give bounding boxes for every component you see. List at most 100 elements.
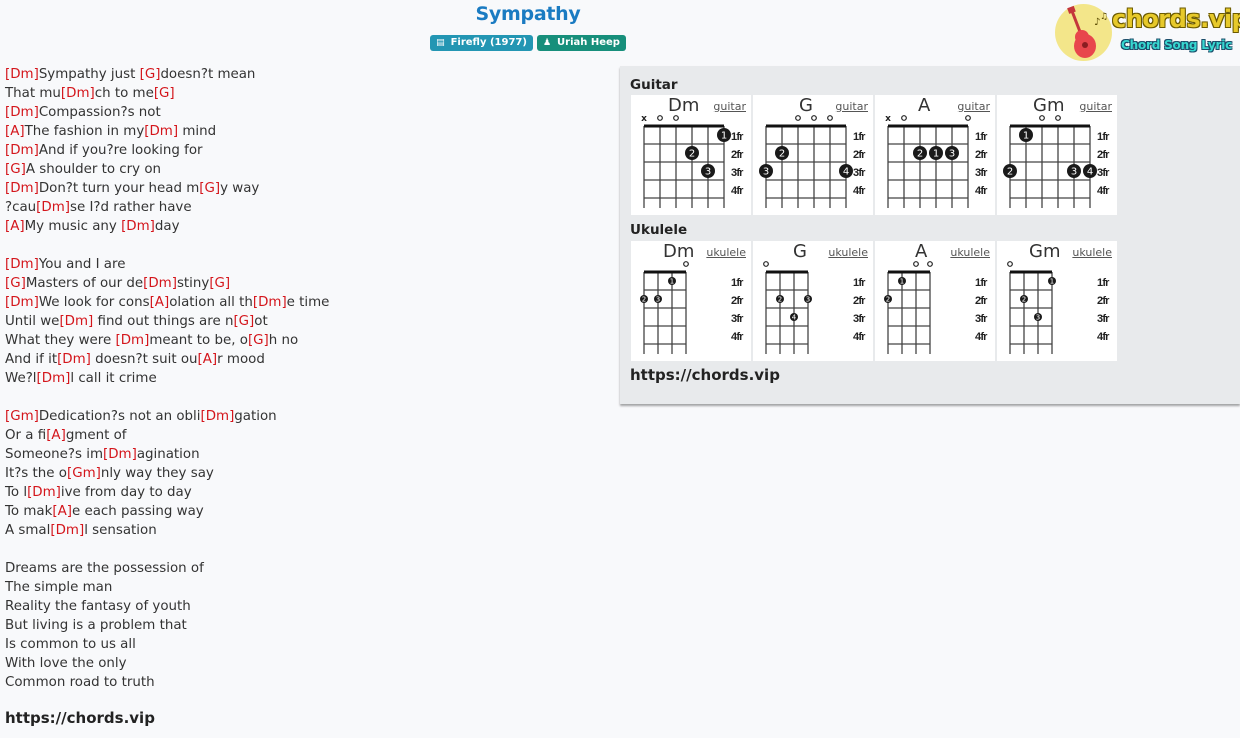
lyric-text: Dreams are the possession of: [5, 561, 204, 576]
artist-tag[interactable]: ♟ Uriah Heep: [536, 35, 626, 51]
chord-dm[interactable]: [Dm]: [50, 523, 84, 538]
lyric-line: [G]Masters of our de[Dm]stiny[G]: [5, 274, 605, 293]
fret-label: 2fr: [1097, 295, 1110, 307]
lyric-text: Masters of our de: [25, 276, 144, 291]
chord-a[interactable]: [A]: [46, 428, 66, 443]
fret-label: 4fr: [975, 331, 988, 343]
svg-text:3: 3: [705, 167, 711, 178]
chord-g[interactable]: [G]: [140, 67, 161, 82]
lyric-line: The simple man: [5, 578, 605, 597]
svg-text:3: 3: [1071, 167, 1077, 178]
fret-label: 1fr: [731, 277, 744, 289]
panel-url[interactable]: https://chords.vip: [630, 366, 780, 384]
chord-g[interactable]: [G]: [5, 162, 26, 177]
lyric-text: ive from day to day: [60, 485, 192, 500]
chord-dm[interactable]: [Dm]: [253, 295, 287, 310]
finger-dot: 3: [1067, 164, 1081, 178]
lyric-line: Common road to truth: [5, 673, 605, 692]
svg-text:4: 4: [1087, 167, 1093, 178]
chord-g[interactable]: [G]: [209, 276, 230, 291]
lyric-text: You and I are: [38, 257, 126, 272]
finger-dot: 2: [1020, 295, 1028, 304]
guitar-link[interactable]: guitar: [835, 100, 868, 114]
chord-a[interactable]: [A]: [198, 352, 218, 367]
chord-dm[interactable]: [Dm]: [61, 86, 95, 101]
chord-a[interactable]: [A]: [52, 504, 72, 519]
finger-dot: 3: [701, 164, 715, 178]
chord-a[interactable]: [A]: [5, 219, 25, 234]
chord-dm[interactable]: [Dm]: [5, 67, 39, 82]
lyric-text: doesn?t suit ou: [90, 352, 198, 367]
guitar-chord-card-dm: 1fr 2fr 3fr 4fr x 1 2 3 Dm guitar: [631, 95, 751, 215]
chord-a[interactable]: [A]: [5, 124, 25, 139]
ukulele-link[interactable]: ukulele: [1072, 246, 1112, 260]
chord-dm[interactable]: [Dm]: [5, 143, 39, 158]
svg-text:2: 2: [917, 149, 923, 160]
chord-g[interactable]: [G]: [233, 314, 254, 329]
open-string-marker: [827, 115, 833, 121]
lyric-text: Reality the fantasy of youth: [5, 599, 191, 614]
finger-dot: 3: [804, 295, 812, 304]
ukulele-link[interactable]: ukulele: [828, 246, 868, 260]
lyric-line: Until we[Dm] find out things are n[G]ot: [5, 312, 605, 331]
chord-gm[interactable]: [Gm]: [67, 466, 101, 481]
chord-dm[interactable]: [Dm]: [116, 333, 150, 348]
open-string-marker: [763, 261, 769, 267]
album-tag[interactable]: ▤ Firefly (1977): [430, 35, 533, 51]
chord-g[interactable]: [G]: [5, 276, 26, 291]
chord-dm[interactable]: [Dm]: [121, 219, 155, 234]
svg-text:2: 2: [779, 149, 785, 160]
chord-dm[interactable]: [Dm]: [37, 371, 71, 386]
chord-dm[interactable]: [Dm]: [143, 276, 177, 291]
chord-g[interactable]: [G]: [154, 86, 175, 101]
ukulele-link[interactable]: ukulele: [950, 246, 990, 260]
chord-gm[interactable]: [Gm]: [5, 409, 39, 424]
open-string-marker: [965, 115, 971, 121]
site-logo[interactable]: ♪ ♫ chords.vip Chord Song Lyric: [1054, 3, 1240, 63]
footer-url[interactable]: https://chords.vip: [5, 709, 155, 727]
finger-dot: 3: [759, 164, 773, 178]
chord-dm[interactable]: [Dm]: [5, 181, 39, 196]
lyric-line: It?s the o[Gm]nly way they say: [5, 464, 605, 483]
guitar-link[interactable]: guitar: [1079, 100, 1112, 114]
chord-dm[interactable]: [Dm]: [59, 314, 93, 329]
ukulele-link[interactable]: ukulele: [706, 246, 746, 260]
lyric-text: se I?d rather have: [69, 200, 192, 215]
chord-diagram-panel: Guitar Ukulele https://chords.vip 1fr 2fr…: [620, 66, 1240, 404]
chord-dm[interactable]: [Dm]: [57, 352, 91, 367]
finger-dot: 2: [640, 295, 648, 304]
open-string-marker: [657, 115, 663, 121]
lyric-text: We?l: [5, 371, 37, 386]
lyric-line: With love the only: [5, 654, 605, 673]
ukulele-chord-card-a: 1fr 2fr 3fr 4fr 1 2 Aukulele: [875, 241, 995, 361]
guitar-link[interactable]: guitar: [957, 100, 990, 114]
chord-dm[interactable]: [Dm]: [36, 200, 70, 215]
open-string-marker: [927, 261, 933, 267]
chord-dm[interactable]: [Dm]: [200, 409, 234, 424]
guitar-link[interactable]: guitar: [713, 100, 746, 114]
finger-dot: 2: [685, 146, 699, 160]
chord-dm[interactable]: [Dm]: [27, 485, 61, 500]
chord-a[interactable]: [A]: [150, 295, 170, 310]
book-icon: ▤: [436, 38, 445, 48]
chord-dm[interactable]: [Dm]: [144, 124, 178, 139]
guitar-chord-card-gm: 1fr 2fr 3fr 4fr 1 2 3 4 Gm guitar: [997, 95, 1117, 215]
fret-label: 1fr: [1097, 277, 1110, 289]
lyric-text: ch to me: [94, 86, 154, 101]
chord-dm[interactable]: [Dm]: [5, 295, 39, 310]
finger-dot: 1: [668, 277, 676, 286]
lyric-line: [Dm]And if you?re looking for: [5, 141, 605, 160]
open-string-marker: [1007, 261, 1013, 267]
ukulele-chord-card-gm: 1fr 2fr 3fr 4fr 1 2 3 Gm ukulele: [997, 241, 1117, 361]
lyric-line: [Dm]Sympathy just [G]doesn?t mean: [5, 65, 605, 84]
lyric-text: Sympathy just: [38, 67, 140, 82]
chord-dm[interactable]: [Dm]: [103, 447, 137, 462]
chord-g[interactable]: [G]: [248, 333, 269, 348]
chord-dm[interactable]: [Dm]: [5, 105, 39, 120]
lyric-text: And if you?re looking for: [38, 143, 203, 158]
song-title: Sympathy: [475, 3, 581, 25]
lyric-text: Is common to us all: [5, 637, 136, 652]
lyric-text: y way: [220, 181, 260, 196]
chord-dm[interactable]: [Dm]: [5, 257, 39, 272]
chord-g[interactable]: [G]: [199, 181, 220, 196]
